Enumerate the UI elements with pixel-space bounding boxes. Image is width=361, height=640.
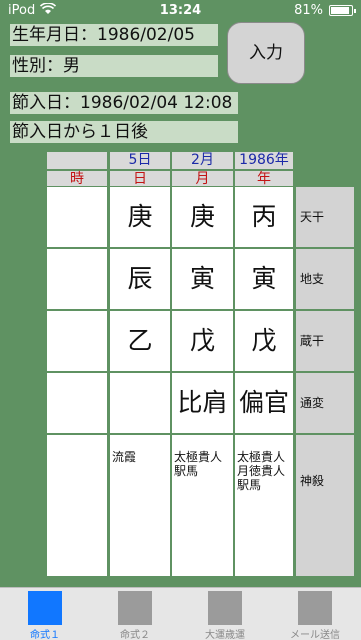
row-label: 蔵干 (296, 311, 354, 371)
battery-percent: 81% (294, 3, 323, 18)
chart-cell: 丙 (235, 187, 293, 247)
chart-cell: 庚 (110, 187, 170, 247)
tab-3[interactable]: 大運歳運 (180, 588, 270, 640)
chart-cell: 寅 (172, 249, 233, 309)
tab-square-icon (118, 591, 152, 625)
input-button[interactable]: 入力 (227, 22, 305, 84)
chart-cell (47, 311, 107, 371)
header-number-2: 2月 (172, 152, 233, 169)
setsu-date-field: 節入日：1986/02/04 12:08 (10, 92, 238, 114)
tab-label: メール送信 (290, 630, 340, 640)
chart-cell: 偏官 (235, 373, 293, 433)
header-number-0 (47, 152, 107, 169)
header-pillar-2: 月 (172, 171, 233, 187)
shinsatsu-cell: 太極貴人 駅馬 (172, 448, 233, 576)
birthdate-field[interactable]: 生年月日：1986/02/05 (10, 24, 218, 46)
shinsatsu-cell (47, 448, 107, 576)
tab-label: 大運歳運 (205, 630, 245, 640)
gender-field[interactable]: 性別：男 (10, 55, 218, 77)
header-number-1: 5日 (110, 152, 170, 169)
header-number-3: 1986年 (235, 152, 293, 169)
tab-bar: 命式１ 命式２ 大運歳運 メール送信 (0, 587, 361, 640)
header-pillar-0: 時 (47, 171, 107, 187)
chart-cell: 戊 (172, 311, 233, 371)
row-label: 天干 (296, 187, 354, 247)
row-label: 地支 (296, 249, 354, 309)
days-after-field: 節入日から１日後 (10, 121, 238, 143)
chart-cell (110, 373, 170, 433)
tab-square-icon (28, 591, 62, 625)
chart-cell: 辰 (110, 249, 170, 309)
chart-cell: 庚 (172, 187, 233, 247)
shinsatsu-cell: 流霞 (110, 448, 170, 576)
status-bar: iPod 13:24 81% (0, 0, 361, 22)
tab-4[interactable]: メール送信 (270, 588, 360, 640)
chart-cell: 比肩 (172, 373, 233, 433)
chart-cell (47, 373, 107, 433)
tab-square-icon (208, 591, 242, 625)
header-pillar-3: 年 (235, 171, 293, 187)
chart-cell: 乙 (110, 311, 170, 371)
shinsatsu-cell: 太極貴人 月徳貴人 駅馬 (235, 448, 293, 576)
tab-2[interactable]: 命式２ (90, 588, 180, 640)
tab-label: 命式１ (30, 630, 60, 640)
chart-cell (47, 249, 107, 309)
battery-icon (329, 5, 356, 16)
row-label: 通変 (296, 373, 354, 433)
tab-1[interactable]: 命式１ (0, 588, 90, 640)
header-pillar-1: 日 (110, 171, 170, 187)
chart-cell: 戊 (235, 311, 293, 371)
chart-cell (47, 187, 107, 247)
tab-label: 命式２ (120, 630, 150, 640)
row-label: 神殺 (296, 448, 354, 576)
chart-cell: 寅 (235, 249, 293, 309)
tab-square-icon (298, 591, 332, 625)
